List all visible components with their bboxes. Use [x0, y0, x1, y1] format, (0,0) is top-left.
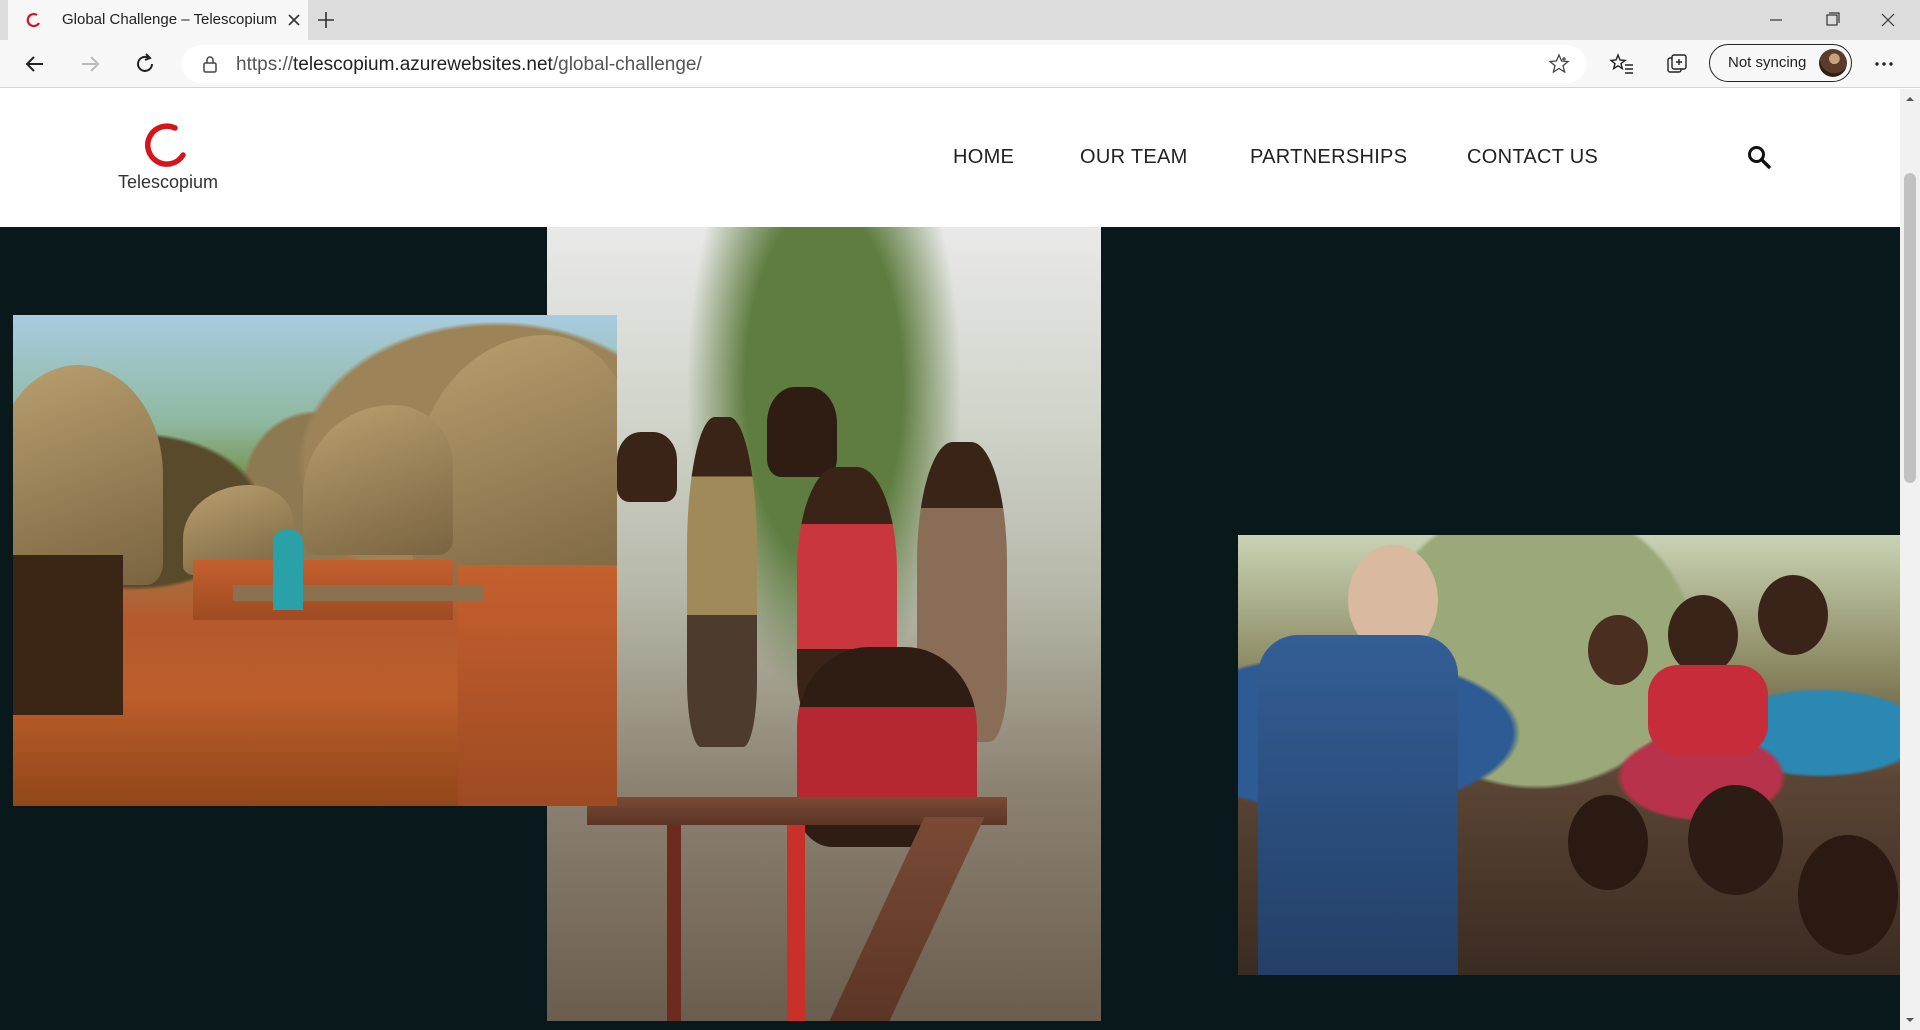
- url-text[interactable]: https://telescopium.azurewebsites.net/gl…: [236, 54, 702, 76]
- browser-tab[interactable]: Global Challenge – Telescopium: [8, 0, 308, 40]
- children-on-slide-photo: [547, 227, 1101, 1021]
- address-bar[interactable]: https://telescopium.azurewebsites.net/gl…: [182, 45, 1586, 83]
- crowd-greeting-photo: [1238, 535, 1900, 975]
- collections-icon[interactable]: [1663, 50, 1691, 78]
- new-tab-icon[interactable]: [314, 8, 338, 32]
- favorite-star-icon[interactable]: [1548, 53, 1570, 75]
- avatar: [1819, 49, 1847, 77]
- photo-detail: [617, 432, 677, 502]
- photo-detail: [767, 387, 837, 477]
- lock-icon[interactable]: [200, 54, 220, 74]
- search-icon[interactable]: [1746, 144, 1772, 170]
- photo-detail: [13, 555, 123, 715]
- url-host: telescopium.azurewebsites.net: [293, 54, 553, 75]
- photo-detail: [1568, 795, 1648, 890]
- scroll-up-arrow-icon[interactable]: [1904, 93, 1916, 105]
- photo-detail: [1668, 595, 1738, 675]
- browser-tab-strip: Global Challenge – Telescopium: [0, 0, 1920, 40]
- site-logo[interactable]: Telescopium: [118, 122, 218, 214]
- close-tab-icon[interactable]: [284, 10, 304, 30]
- nav-contact-us[interactable]: CONTACT US: [1467, 146, 1598, 169]
- sync-status-label: Not syncing: [1728, 54, 1807, 71]
- favorites-icon[interactable]: [1608, 50, 1636, 78]
- minimize-icon[interactable]: [1748, 0, 1804, 40]
- restore-icon[interactable]: [1804, 0, 1860, 40]
- browser-toolbar: https://telescopium.azurewebsites.net/gl…: [0, 40, 1920, 88]
- refresh-icon[interactable]: [131, 50, 159, 78]
- photo-detail: [829, 817, 985, 1021]
- nav-partnerships[interactable]: PARTNERSHIPS: [1250, 146, 1407, 169]
- tab-title: Global Challenge – Telescopium: [62, 11, 277, 28]
- photo-detail: [1688, 785, 1783, 895]
- url-path: /global-challenge/: [552, 54, 702, 75]
- site-favicon-icon: [26, 12, 40, 28]
- nav-home[interactable]: HOME: [953, 146, 1014, 169]
- photo-detail: [273, 530, 303, 610]
- photo-detail: [1648, 665, 1768, 755]
- profile-sync-button[interactable]: Not syncing: [1709, 44, 1852, 82]
- back-arrow-icon[interactable]: [21, 50, 49, 78]
- photo-detail: [233, 585, 483, 601]
- photo-detail: [13, 365, 163, 585]
- telescopium-logo-icon: [145, 123, 186, 167]
- photo-detail: [1258, 635, 1458, 975]
- photo-detail: [458, 565, 617, 806]
- photo-detail: [667, 825, 681, 1021]
- page-scrollbar[interactable]: [1900, 89, 1920, 1030]
- photo-detail: [303, 405, 453, 555]
- nav-our-team[interactable]: OUR TEAM: [1080, 146, 1188, 169]
- photo-detail: [1758, 575, 1828, 655]
- close-window-icon[interactable]: [1860, 0, 1916, 40]
- scrollbar-thumb[interactable]: [1904, 173, 1916, 483]
- site-header: Telescopium HOME OUR TEAM PARTNERSHIPS C…: [0, 89, 1900, 227]
- logo-text: Telescopium: [118, 172, 219, 192]
- photo-detail: [687, 417, 757, 747]
- scroll-down-arrow-icon[interactable]: [1904, 1014, 1916, 1026]
- photo-detail: [1798, 835, 1898, 955]
- photo-detail: [1588, 615, 1648, 685]
- more-menu-icon[interactable]: [1870, 50, 1898, 78]
- village-huts-photo: [13, 315, 617, 806]
- forward-arrow-icon[interactable]: [76, 50, 104, 78]
- photo-detail: [787, 825, 805, 1021]
- page-content: Telescopium HOME OUR TEAM PARTNERSHIPS C…: [0, 89, 1900, 1030]
- url-scheme: https://: [236, 54, 294, 75]
